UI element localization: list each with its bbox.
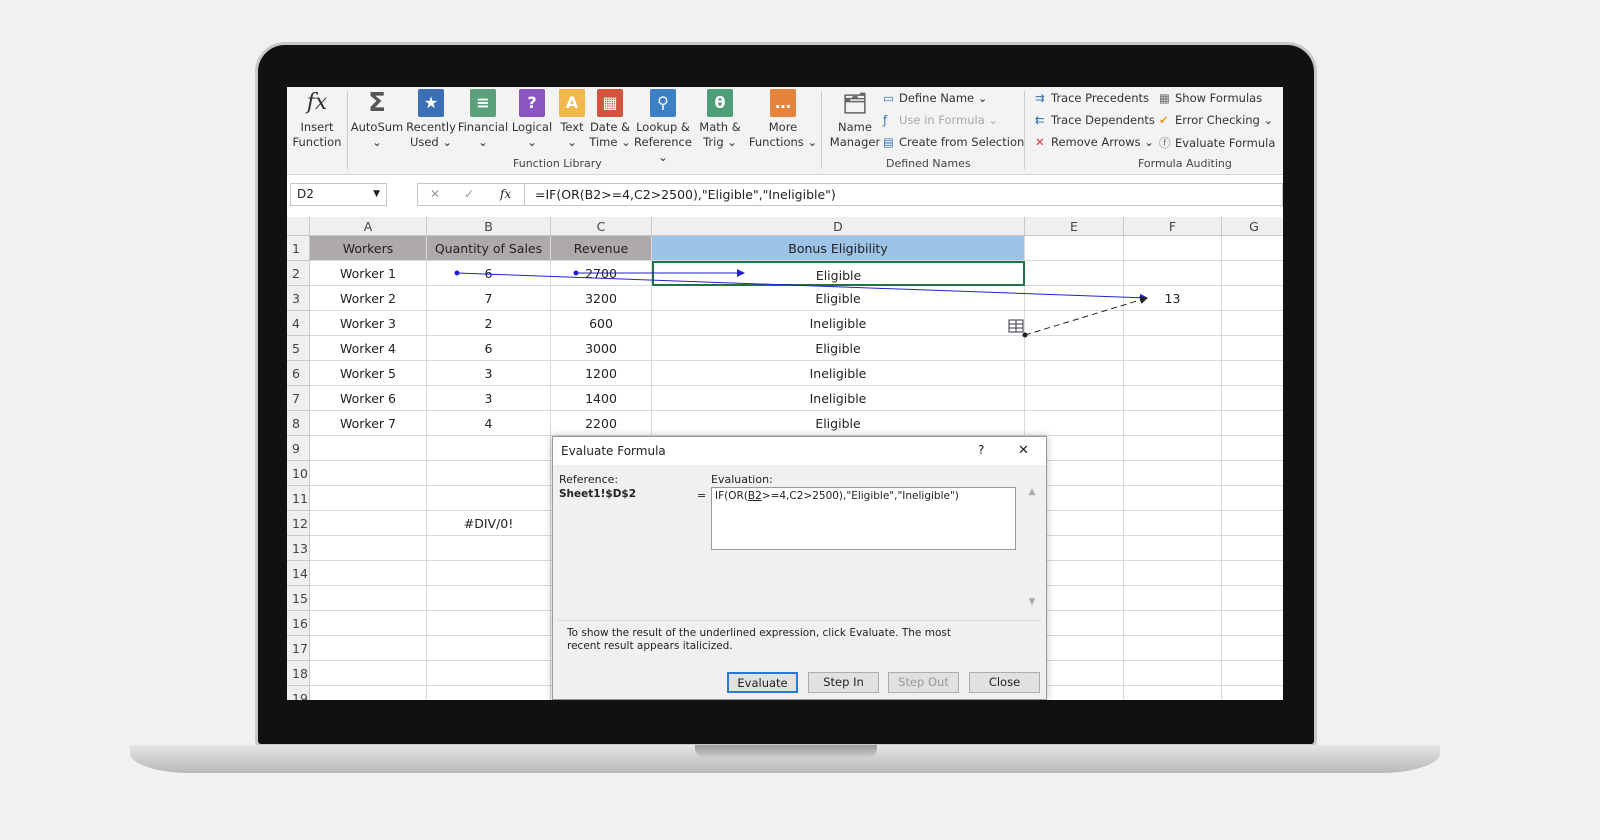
evaluation-label: Evaluation: — [711, 473, 773, 486]
precedent-arrow-c2 — [573, 269, 745, 277]
hint-text: To show the result of the underlined exp… — [567, 627, 951, 652]
reference-value: Sheet1!$D$2 — [559, 488, 637, 500]
excel-window: fx Insert Function Σ AutoSum ⌄ ★ Recently Use… — [287, 87, 1283, 700]
equals-sign: = — [697, 489, 707, 502]
step-in-button[interactable]: Step In — [808, 672, 879, 693]
step-out-button[interactable]: Step Out — [888, 672, 959, 693]
help-button[interactable]: ? — [978, 443, 984, 457]
close-button[interactable]: Close — [969, 672, 1040, 693]
close-icon[interactable]: ✕ — [1018, 443, 1029, 458]
evaluate-button[interactable]: Evaluate — [727, 672, 798, 693]
worksheet-icon — [1008, 319, 1024, 333]
underlined-expression: B2 — [747, 490, 762, 502]
evaluate-formula-dialog: Evaluate Formula ? ✕ Reference: Sheet1!$… — [552, 436, 1047, 700]
evaluation-box[interactable]: IF(OR(B2>=4,C2>2500),"Eligible","Ineligi… — [711, 487, 1016, 550]
dialog-title-bar: Evaluate Formula ? ✕ — [553, 437, 1046, 465]
scrollbar[interactable]: ▲ ▼ — [1025, 487, 1039, 613]
precedent-arrow-b2 — [454, 270, 1148, 302]
laptop-notch — [695, 745, 877, 758]
reference-label: Reference: — [559, 473, 619, 486]
external-reference-arrow — [1022, 296, 1148, 338]
